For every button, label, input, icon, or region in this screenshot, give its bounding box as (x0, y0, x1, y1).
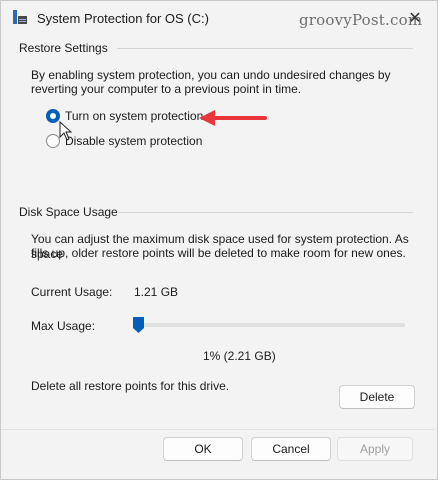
disk-description-line2: fills up, older restore points will be d… (31, 246, 406, 260)
close-icon: ✕ (408, 10, 422, 27)
max-usage-slider-track[interactable] (139, 323, 405, 327)
restore-description-line1: By enabling system protection, you can u… (31, 68, 391, 82)
ok-button[interactable]: OK (163, 437, 243, 461)
system-icon (13, 10, 27, 24)
annotation-arrow-icon (199, 110, 267, 126)
max-usage-label: Max Usage: (31, 319, 96, 333)
delete-description: Delete all restore points for this drive… (31, 379, 230, 393)
window-title: System Protection for OS (C:) (37, 11, 209, 26)
group-divider (117, 48, 413, 49)
delete-button[interactable]: Delete (339, 385, 415, 409)
cancel-button[interactable]: Cancel (251, 437, 331, 461)
max-usage-slider-thumb[interactable] (133, 317, 144, 333)
mouse-cursor-icon (59, 121, 73, 141)
restore-settings-label: Restore Settings (19, 41, 108, 55)
turn-on-protection-label[interactable]: Turn on system protection (65, 109, 203, 123)
disable-protection-label[interactable]: Disable system protection (65, 134, 202, 148)
current-usage-label: Current Usage: (31, 285, 113, 299)
footer-divider (1, 429, 438, 430)
system-protection-dialog: System Protection for OS (C:) groovyPost… (0, 0, 438, 480)
disk-space-label: Disk Space Usage (19, 205, 118, 219)
current-usage-value: 1.21 GB (134, 285, 179, 299)
max-usage-value: 1% (2.21 GB) (203, 349, 276, 363)
apply-button[interactable]: Apply (337, 437, 413, 461)
group-divider (115, 212, 413, 213)
title-bar[interactable]: System Protection for OS (C:) groovyPost… (1, 1, 438, 35)
restore-description-line2: reverting your computer to a previous po… (31, 82, 302, 96)
close-button[interactable]: ✕ (401, 5, 429, 31)
turn-on-protection-radio[interactable] (46, 109, 60, 123)
disable-protection-radio[interactable] (46, 134, 60, 148)
